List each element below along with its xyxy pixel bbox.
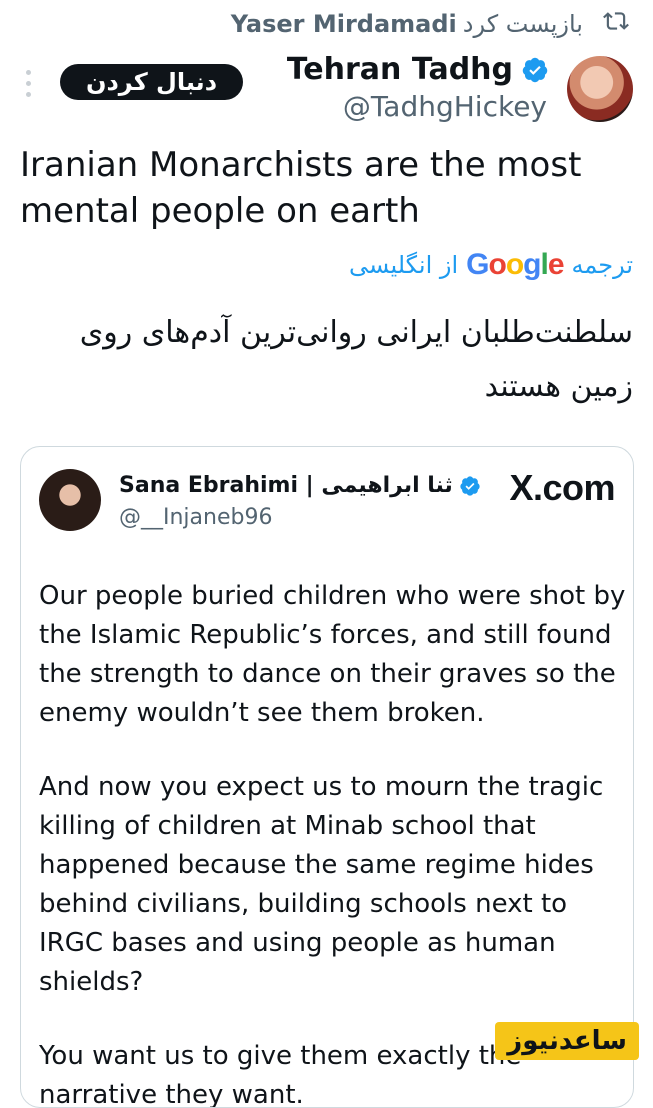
translation-prefix: ترجمه (571, 251, 634, 279)
author-name[interactable]: Tehran Tadhg (287, 52, 513, 87)
verified-badge-icon (460, 475, 480, 496)
repost-icon (603, 12, 629, 30)
author-avatar[interactable] (567, 56, 633, 122)
quoted-paragraph: And now you expect us to mourn the tragi… (39, 772, 604, 997)
verified-badge-icon (522, 57, 548, 82)
translated-text: سلطنت‌طلبان ایرانی روانی‌ترین آدم‌های رو… (79, 315, 633, 404)
quoted-author-name[interactable]: Sana Ebrahimi | ثنا ابراهیمی (119, 473, 453, 498)
translation-attribution[interactable]: ترجمه Google از انگلیسی (349, 248, 633, 282)
repost-indicator[interactable]: Yaser Mirdamadi بازپست کرد (231, 10, 583, 38)
tweet-header: Tehran Tadhg @TadhgHickey دنبال کردن (0, 52, 653, 132)
author-handle[interactable]: @TadhgHickey (343, 90, 547, 123)
quoted-tweet-card[interactable]: Sana Ebrahimi | ثنا ابراهیمی @__Injaneb9… (20, 446, 634, 1108)
translation-suffix: از انگلیسی (349, 251, 459, 279)
tweet-text: Iranian Monarchists are the most mental … (20, 145, 582, 231)
repost-action: بازپست کرد (462, 10, 583, 38)
google-logo: Google (466, 248, 564, 281)
x-logo: X.com (509, 467, 615, 508)
quoted-paragraph: Our people buried children who were shot… (39, 581, 626, 728)
quoted-author-name-row[interactable]: Sana Ebrahimi | ثنا ابراهیمی (119, 473, 481, 498)
more-options-icon[interactable] (26, 70, 34, 97)
repost-user[interactable]: Yaser Mirdamadi (231, 10, 457, 38)
quoted-author-handle[interactable]: @__Injaneb96 (119, 505, 272, 530)
author-name-row[interactable]: Tehran Tadhg (287, 52, 549, 87)
follow-button[interactable]: دنبال کردن (60, 64, 244, 100)
watermark-logo: ساعدنیوز (495, 1022, 639, 1060)
quoted-author-avatar[interactable] (39, 469, 101, 531)
